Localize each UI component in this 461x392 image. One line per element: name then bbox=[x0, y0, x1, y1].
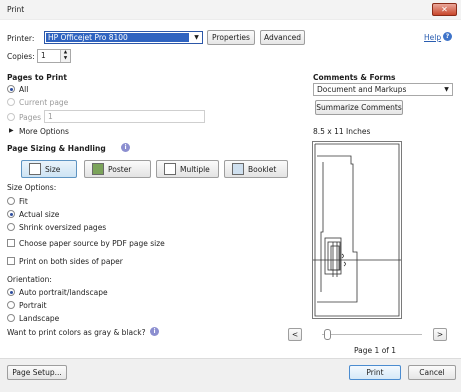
radio-pages-label: Pages bbox=[19, 113, 42, 122]
radio-landscape[interactable] bbox=[7, 314, 15, 322]
radio-actual-size-label: Actual size bbox=[19, 210, 60, 219]
tab-size-label: Size bbox=[45, 165, 61, 174]
chevron-down-icon: ▼ bbox=[444, 86, 449, 93]
radio-portrait-label: Portrait bbox=[19, 301, 47, 310]
info-icon[interactable]: i bbox=[121, 143, 130, 152]
size-icon bbox=[29, 163, 41, 175]
page-indicator: Page 1 of 1 bbox=[354, 346, 397, 355]
summarize-comments-button[interactable]: Summarize Comments bbox=[315, 100, 403, 115]
booklet-icon bbox=[232, 163, 244, 175]
tab-multiple-label: Multiple bbox=[180, 165, 210, 174]
next-page-button[interactable]: > bbox=[433, 328, 447, 341]
tab-size[interactable]: Size bbox=[21, 160, 77, 178]
poster-icon bbox=[92, 163, 104, 175]
page-slider-thumb[interactable] bbox=[324, 329, 331, 340]
tab-booklet[interactable]: Booklet bbox=[224, 160, 288, 178]
tab-booklet-label: Booklet bbox=[248, 165, 277, 174]
gray-question: Want to print colors as gray & black? bbox=[7, 328, 146, 337]
radio-current-page-label: Current page bbox=[19, 98, 69, 107]
help-icon[interactable]: ? bbox=[443, 32, 452, 41]
comments-select-value: Document and Markups bbox=[317, 85, 407, 94]
window-title: Print bbox=[7, 5, 25, 14]
comments-heading: Comments & Forms bbox=[313, 73, 396, 82]
chevron-right-icon: > bbox=[436, 330, 444, 339]
copies-stepper[interactable]: 1 ▲ ▼ bbox=[37, 49, 71, 63]
copies-label: Copies: bbox=[7, 52, 35, 61]
close-button[interactable]: ✕ bbox=[432, 3, 457, 16]
tab-poster-label: Poster bbox=[108, 165, 132, 174]
pages-heading: Pages to Print bbox=[7, 73, 67, 82]
choose-source-checkbox[interactable] bbox=[7, 239, 15, 247]
paper-size-label: 8.5 x 11 Inches bbox=[313, 127, 371, 136]
radio-shrink-oversized[interactable] bbox=[7, 223, 15, 231]
radio-all[interactable] bbox=[7, 85, 15, 93]
properties-button[interactable]: Properties bbox=[207, 30, 255, 45]
sizing-heading: Page Sizing & Handling bbox=[7, 144, 106, 153]
prev-page-button[interactable]: < bbox=[288, 328, 302, 341]
radio-fit[interactable] bbox=[7, 197, 15, 205]
tab-poster[interactable]: Poster bbox=[84, 160, 151, 178]
chevron-left-icon: < bbox=[291, 330, 299, 339]
close-icon: ✕ bbox=[441, 5, 448, 14]
size-options-label: Size Options: bbox=[7, 183, 57, 192]
title-bar: Print ✕ bbox=[0, 0, 461, 20]
page-preview bbox=[312, 141, 402, 319]
advanced-button[interactable]: Advanced bbox=[260, 30, 305, 45]
orientation-label: Orientation: bbox=[7, 275, 52, 284]
spinner-icon[interactable]: ▲ ▼ bbox=[60, 50, 70, 62]
choose-source-label: Choose paper source by PDF page size bbox=[19, 239, 165, 248]
preview-content bbox=[313, 143, 401, 317]
radio-current-page[interactable] bbox=[7, 98, 15, 106]
printer-select-value: HP Officejet Pro 8100 bbox=[48, 33, 128, 42]
copies-value: 1 bbox=[41, 51, 46, 60]
radio-auto-orientation[interactable] bbox=[7, 288, 15, 296]
radio-actual-size[interactable] bbox=[7, 210, 15, 218]
pages-range-value: 1 bbox=[48, 112, 53, 121]
radio-auto-orientation-label: Auto portrait/landscape bbox=[19, 288, 108, 297]
printer-label: Printer: bbox=[7, 34, 35, 43]
tab-multiple[interactable]: Multiple bbox=[156, 160, 219, 178]
pages-range-input[interactable]: 1 bbox=[44, 110, 205, 123]
chevron-down-icon: ▼ bbox=[194, 34, 199, 41]
page-slider-track[interactable] bbox=[322, 334, 422, 335]
radio-portrait[interactable] bbox=[7, 301, 15, 309]
printer-select[interactable]: HP Officejet Pro 8100 ▼ bbox=[44, 31, 203, 44]
print-button[interactable]: Print bbox=[349, 365, 401, 380]
help-link[interactable]: Help bbox=[424, 33, 441, 42]
both-sides-label: Print on both sides of paper bbox=[19, 257, 123, 266]
both-sides-checkbox[interactable] bbox=[7, 257, 15, 265]
radio-pages[interactable] bbox=[7, 113, 15, 121]
page-setup-button[interactable]: Page Setup... bbox=[7, 365, 67, 380]
info-icon[interactable]: i bbox=[150, 327, 159, 336]
comments-select[interactable]: Document and Markups ▼ bbox=[313, 83, 453, 96]
radio-fit-label: Fit bbox=[19, 197, 28, 206]
expand-triangle-icon[interactable]: ▶ bbox=[9, 127, 14, 134]
radio-landscape-label: Landscape bbox=[19, 314, 60, 323]
more-options-toggle[interactable]: More Options bbox=[19, 127, 69, 136]
cancel-button[interactable]: Cancel bbox=[408, 365, 456, 380]
radio-all-label: All bbox=[19, 85, 29, 94]
radio-shrink-oversized-label: Shrink oversized pages bbox=[19, 223, 107, 232]
multiple-pages-icon bbox=[164, 163, 176, 175]
